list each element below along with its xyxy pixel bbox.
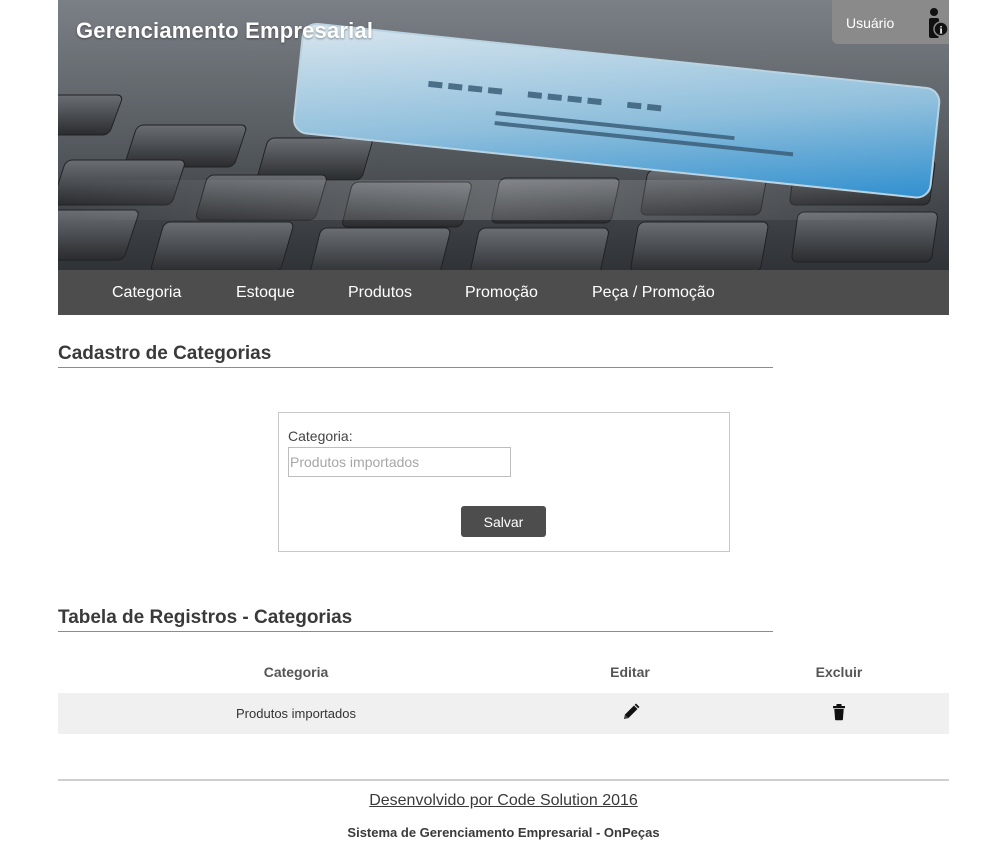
form-section-divider xyxy=(58,367,773,368)
footer-divider xyxy=(58,779,949,781)
nav-item-produtos[interactable]: Produtos xyxy=(348,284,412,302)
nav-item-categoria[interactable]: Categoria xyxy=(112,284,181,302)
category-form: Categoria: Salvar xyxy=(278,412,730,552)
user-info-icon[interactable]: i xyxy=(925,8,949,38)
user-menu[interactable]: Usuário i xyxy=(832,0,949,44)
save-button[interactable]: Salvar xyxy=(461,506,546,537)
user-label: Usuário xyxy=(846,15,895,31)
app-title: Gerenciamento Empresarial xyxy=(76,18,374,43)
header-banner: Gerenciamento Empresarial Usuário i xyxy=(58,0,949,270)
column-header-categoria: Categoria xyxy=(263,664,329,680)
main-nav: Categoria Estoque Produtos Promoção Peça… xyxy=(58,270,949,315)
page-container: Gerenciamento Empresarial Usuário i Cate… xyxy=(58,0,949,840)
trash-icon[interactable] xyxy=(830,703,848,721)
table-row: Produtos importados xyxy=(58,693,949,734)
svg-text:i: i xyxy=(939,25,942,37)
pencil-icon[interactable] xyxy=(622,703,640,721)
developer-credit-link[interactable]: Desenvolvido por Code Solution 2016 xyxy=(58,792,949,810)
category-input[interactable] xyxy=(288,447,511,477)
nav-item-estoque[interactable]: Estoque xyxy=(236,284,295,302)
category-cell: Produtos importados xyxy=(236,706,356,721)
category-field-label: Categoria: xyxy=(288,428,353,444)
table-section-divider xyxy=(58,631,773,632)
table-section-title: Tabela de Registros - Categorias xyxy=(58,607,353,628)
system-name: Sistema de Gerenciamento Empresarial - O… xyxy=(347,825,660,840)
nav-item-peca-promocao[interactable]: Peça / Promoção xyxy=(592,284,715,302)
table-header: Categoria Editar Excluir xyxy=(58,662,949,682)
column-header-editar: Editar xyxy=(610,664,650,680)
nav-item-promocao[interactable]: Promoção xyxy=(465,284,538,302)
form-section-title: Cadastro de Categorias xyxy=(58,343,272,364)
column-header-excluir: Excluir xyxy=(815,664,863,680)
